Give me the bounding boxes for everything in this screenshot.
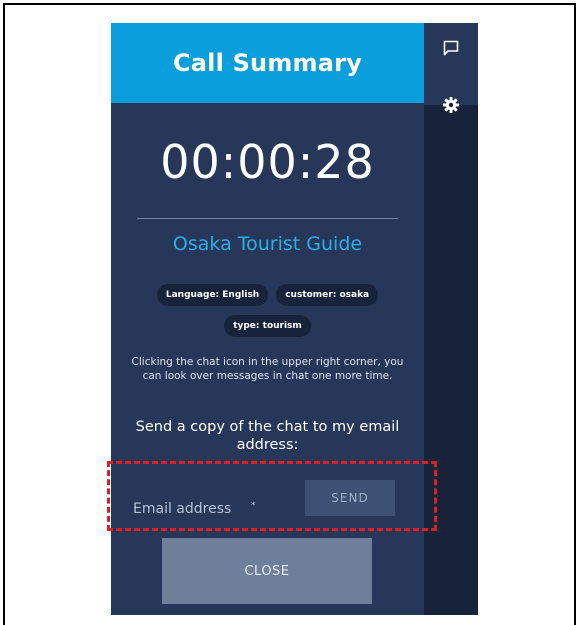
- rail-tab-chat[interactable]: [424, 23, 478, 105]
- close-button[interactable]: CLOSE: [162, 538, 372, 604]
- tag-language: Language: English: [156, 284, 269, 306]
- gear-icon[interactable]: [442, 96, 460, 114]
- page-title: Call Summary: [172, 49, 363, 77]
- info-text: Clicking the chat icon in the upper righ…: [131, 356, 404, 382]
- highlight-box: [107, 461, 437, 531]
- tag-list: Language: English customer: osaka type: …: [135, 284, 400, 337]
- tag-customer: customer: osaka: [276, 284, 379, 306]
- call-timer: 00:00:28: [160, 135, 375, 189]
- guide-name: Osaka Tourist Guide: [172, 233, 363, 255]
- chat-icon[interactable]: [442, 39, 460, 57]
- tag-type: type: tourism: [224, 315, 311, 337]
- send-copy-label: Send a copy of the chat to my email addr…: [135, 419, 400, 453]
- panel-header: Call Summary: [111, 23, 424, 103]
- divider: [137, 218, 398, 219]
